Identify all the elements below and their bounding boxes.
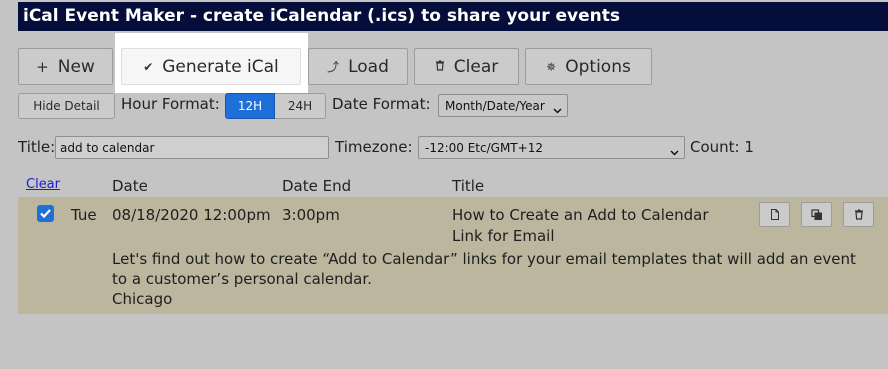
title-label: Title:: [18, 138, 56, 156]
app-title: iCal Event Maker - create iCalendar (.ic…: [23, 6, 620, 26]
chevron-down-icon: [553, 103, 562, 117]
options-button[interactable]: ✵ Options: [525, 48, 652, 85]
app-title-bar: iCal Event Maker - create iCalendar (.ic…: [18, 2, 888, 31]
column-header-title: Title: [452, 177, 485, 195]
new-button[interactable]: + New: [18, 48, 113, 85]
timezone-select[interactable]: -12:00 Etc/GMT+12: [418, 136, 685, 159]
hide-detail-label: Hide Detail: [33, 99, 100, 113]
clear-selection-link[interactable]: Clear: [26, 177, 60, 192]
event-details: Let's find out how to create “Add to Cal…: [112, 249, 872, 309]
load-button[interactable]: ⤴ Load: [308, 48, 408, 85]
title-input[interactable]: add to calendar: [55, 136, 329, 159]
title-input-value: add to calendar: [60, 140, 155, 155]
hour-12-label: 12H: [237, 99, 263, 113]
event-description-line-2: to a customer’s personal calendar.: [112, 270, 372, 288]
row-delete-button[interactable]: [843, 202, 874, 227]
trash-icon: [854, 209, 863, 220]
load-button-label: Load: [348, 56, 389, 77]
checkmark-icon: [40, 209, 51, 219]
event-date-end: 3:00pm: [282, 206, 340, 224]
clear-button[interactable]: Clear: [414, 48, 519, 85]
event-title-line-1: How to Create an Add to Calendar: [452, 206, 709, 224]
hour-format-24h-toggle[interactable]: 24H: [275, 93, 326, 119]
document-icon: [770, 209, 779, 220]
event-description-line-1: Let's find out how to create “Add to Cal…: [112, 250, 856, 268]
generate-ical-button[interactable]: ✔ Generate iCal: [121, 48, 301, 85]
chevron-down-icon: [670, 145, 679, 159]
checkmark-icon: ✔: [143, 59, 154, 74]
event-weekday: Tue: [71, 206, 97, 224]
event-count: Count: 1: [690, 138, 754, 156]
hour-format-12h-toggle[interactable]: 12H: [225, 93, 275, 119]
options-button-label: Options: [565, 56, 631, 77]
date-format-select[interactable]: Month/Date/Year: [438, 94, 568, 117]
hide-detail-button[interactable]: Hide Detail: [18, 93, 115, 119]
generate-ical-button-label: Generate iCal: [162, 56, 279, 77]
hour-24-label: 24H: [287, 99, 313, 113]
gear-icon: ✵: [546, 59, 557, 74]
row-copy-button[interactable]: [801, 202, 832, 227]
event-select-checkbox[interactable]: [37, 205, 54, 222]
hour-format-label: Hour Format:: [121, 95, 220, 113]
column-header-date: Date: [112, 177, 148, 195]
event-title-line-2: Link for Email: [452, 227, 555, 245]
timezone-value: -12:00 Etc/GMT+12: [425, 140, 543, 155]
date-format-value: Month/Date/Year: [445, 98, 545, 113]
clear-button-label: Clear: [453, 56, 499, 77]
new-button-label: New: [57, 56, 95, 77]
event-date: 08/18/2020 12:00pm: [112, 206, 271, 224]
timezone-label: Timezone:: [335, 138, 413, 156]
event-location: Chicago: [112, 290, 173, 308]
plus-icon: +: [36, 57, 49, 76]
load-icon: ⤴: [327, 60, 340, 74]
column-header-date-end: Date End: [282, 177, 352, 195]
date-format-label: Date Format:: [332, 95, 431, 113]
trash-icon: [435, 59, 445, 74]
copy-icon: [810, 208, 822, 220]
row-edit-button[interactable]: [759, 202, 790, 227]
